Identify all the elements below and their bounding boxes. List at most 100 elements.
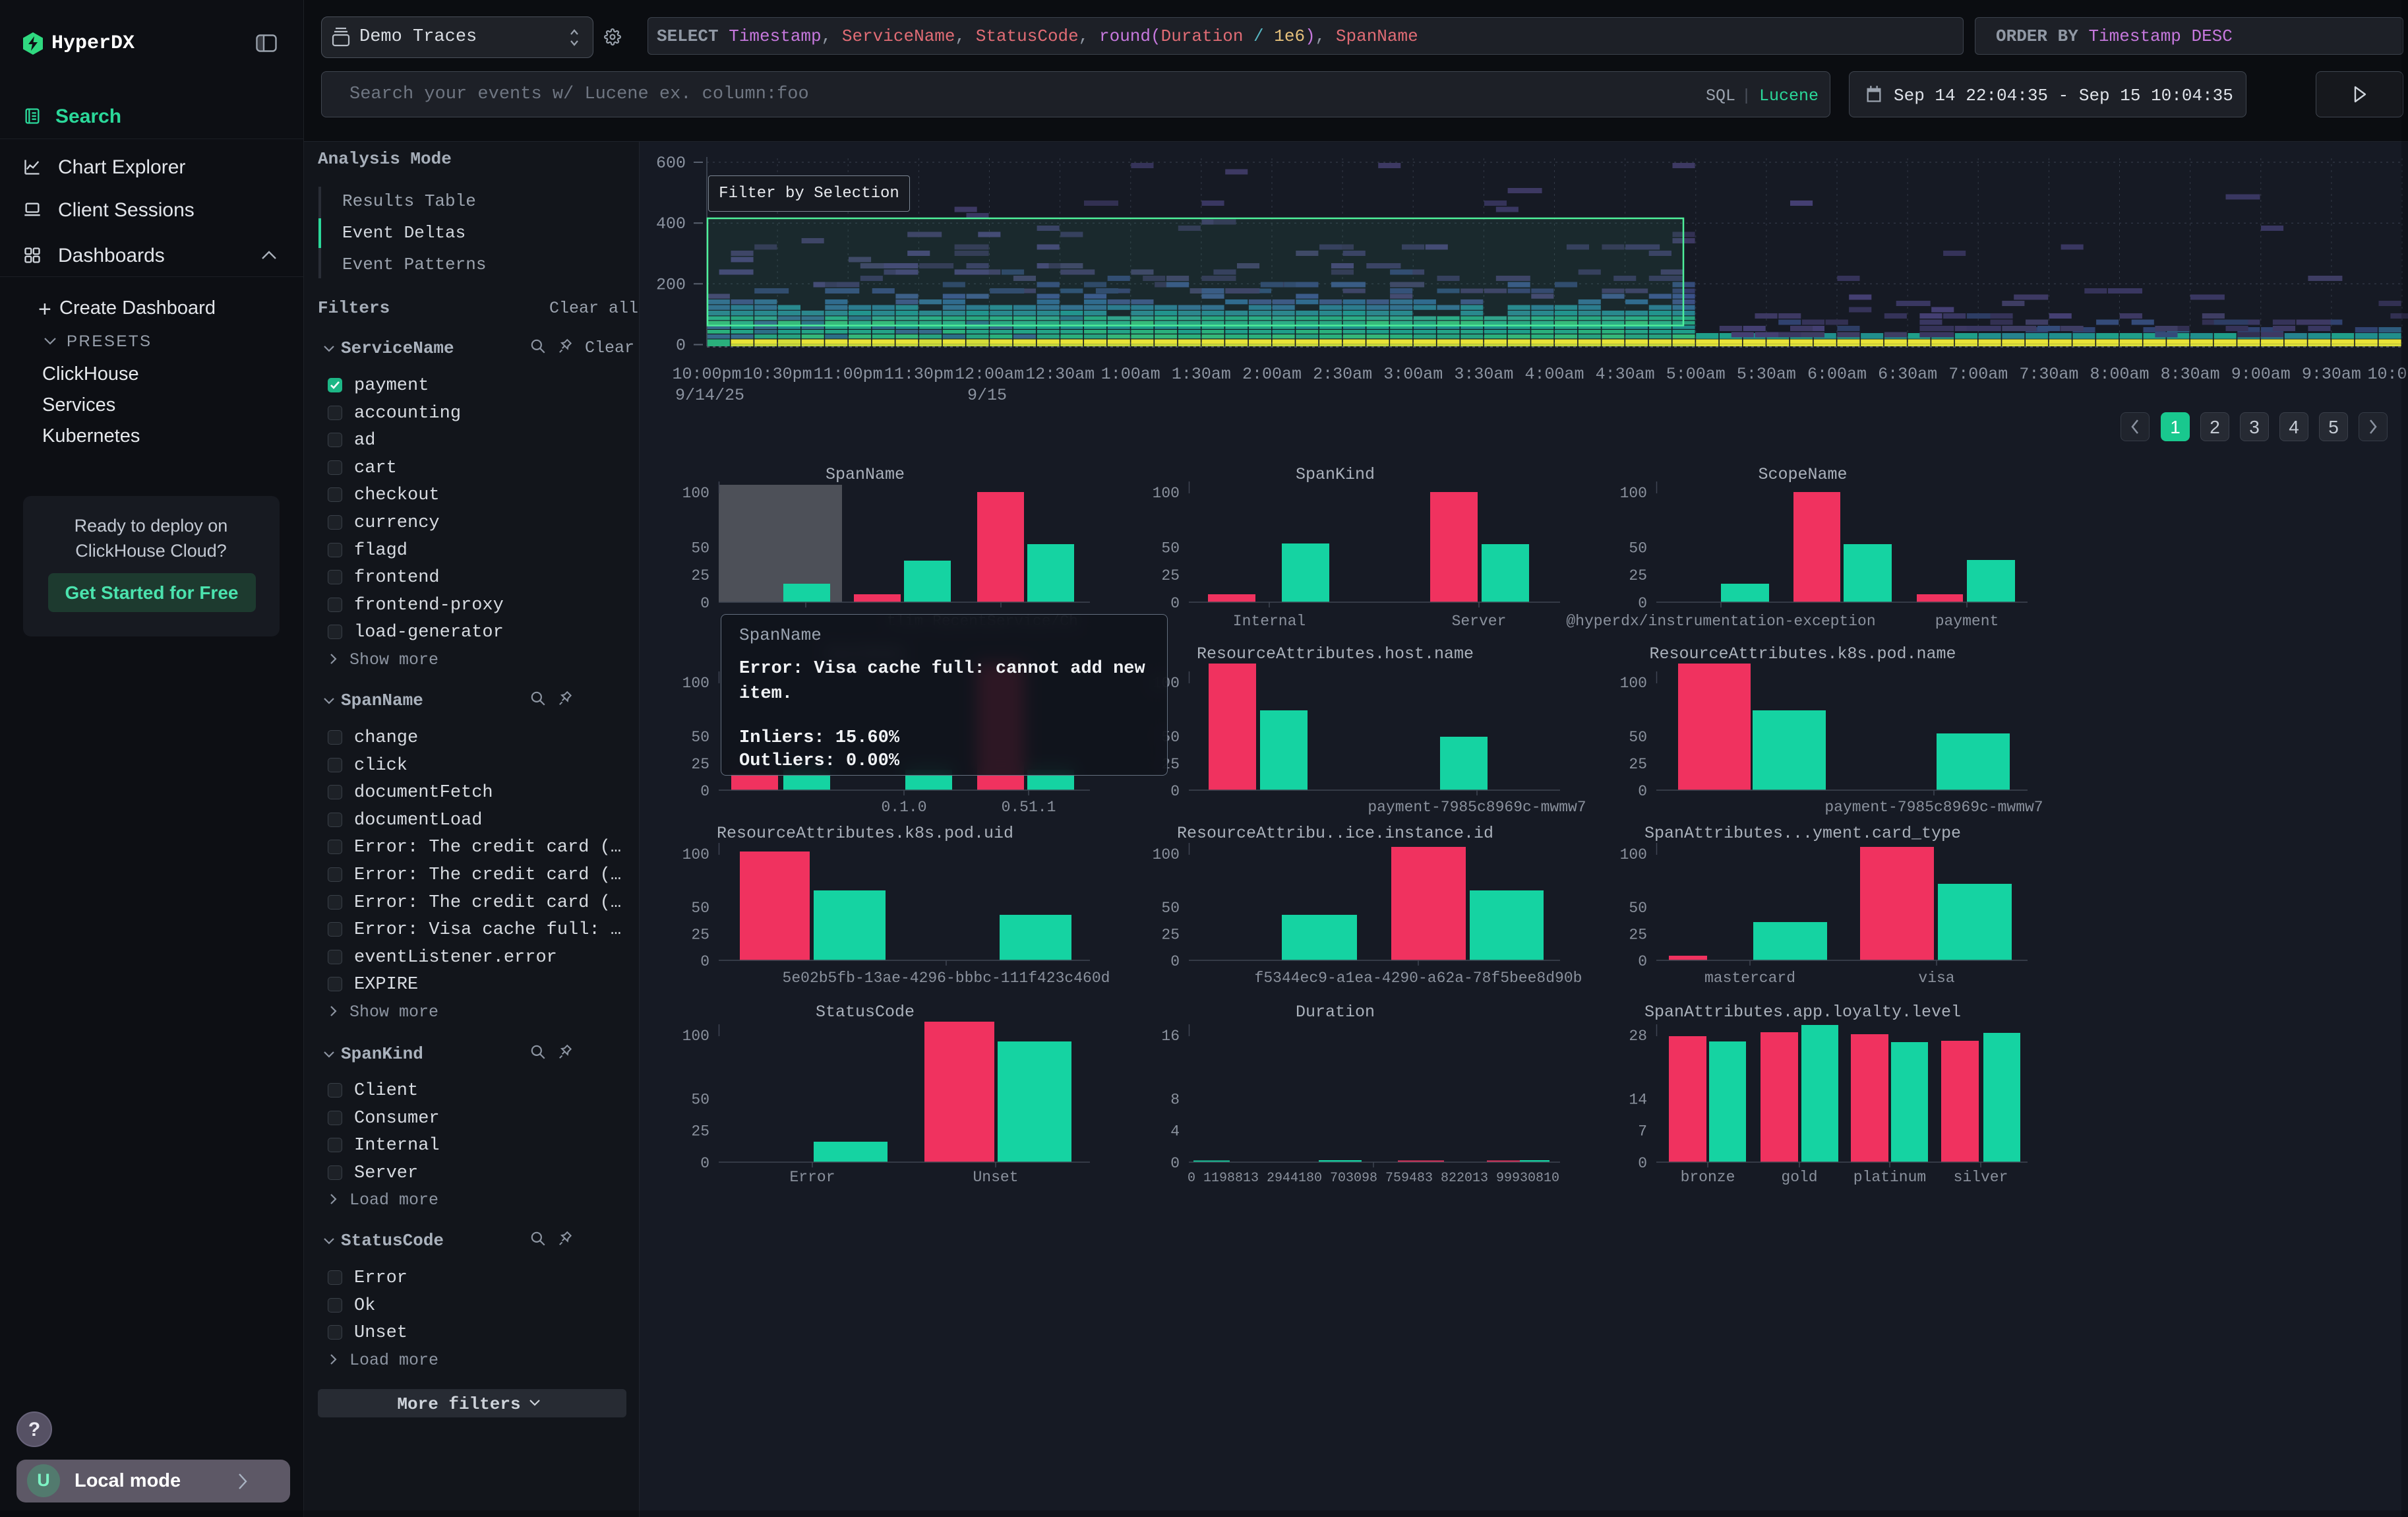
svg-text:11:30pm: 11:30pm (884, 365, 953, 384)
svg-text:0.51.1: 0.51.1 (1002, 799, 1056, 816)
svg-text:100: 100 (682, 675, 709, 692)
svg-text:SpanKind: SpanKind (1296, 465, 1375, 484)
svg-text:0 1198813 2944180 703098 75948: 0 1198813 2944180 703098 759483 822013 9… (1188, 1171, 1559, 1186)
svg-text:ResourceAttribu..ice.instance.: ResourceAttribu..ice.instance.id (1177, 824, 1493, 843)
svg-text:1:30am: 1:30am (1172, 365, 1231, 384)
svg-text:10:30pm: 10:30pm (743, 365, 812, 384)
svg-text:Error: Error (789, 1169, 835, 1186)
svg-text:7: 7 (1638, 1123, 1647, 1140)
svg-text:SpanName: SpanName (826, 465, 905, 484)
svg-text:0: 0 (676, 336, 686, 356)
svg-text:payment-7985c8969c-mwmw7: payment-7985c8969c-mwmw7 (1824, 799, 2043, 816)
svg-text:5e02b5fb-13ae-4296-bbbc-111f42: 5e02b5fb-13ae-4296-bbbc-111f423c460d (783, 970, 1110, 987)
svg-text:SpanAttributes...yment.card_ty: SpanAttributes...yment.card_type (1644, 824, 1961, 843)
svg-text:0: 0 (1638, 1155, 1647, 1172)
svg-text:9:30am: 9:30am (2302, 365, 2361, 384)
svg-text:50: 50 (691, 1092, 709, 1109)
svg-text:Internal: Internal (1233, 613, 1306, 630)
svg-text:600: 600 (656, 154, 686, 173)
svg-text:50: 50 (691, 900, 709, 917)
svg-text:28: 28 (1629, 1028, 1647, 1045)
svg-text:gold: gold (1781, 1169, 1817, 1186)
svg-text:100: 100 (1620, 485, 1647, 502)
svg-text:8:00am: 8:00am (2090, 365, 2149, 384)
svg-text:0: 0 (1170, 783, 1180, 800)
svg-text:silver: silver (1954, 1169, 2008, 1186)
svg-text:16: 16 (1161, 1028, 1180, 1045)
svg-text:4: 4 (1170, 1123, 1180, 1140)
svg-text:100: 100 (1620, 846, 1647, 863)
svg-text:0: 0 (700, 953, 709, 970)
svg-text:visa: visa (1918, 970, 1954, 987)
svg-text:@hyperdx/instrumentation-excep: @hyperdx/instrumentation-exception (1566, 613, 1875, 630)
svg-text:0: 0 (1170, 595, 1180, 612)
svg-text:25: 25 (691, 567, 709, 584)
svg-text:SpanAttributes.app.loyalty.lev: SpanAttributes.app.loyalty.level (1644, 1003, 1961, 1022)
svg-text:400: 400 (656, 214, 686, 233)
svg-text:3:00am: 3:00am (1383, 365, 1443, 384)
svg-text:bronze: bronze (1681, 1169, 1735, 1186)
svg-text:payment: payment (1935, 613, 1999, 630)
svg-text:100: 100 (1153, 485, 1180, 502)
svg-text:25: 25 (691, 927, 709, 944)
svg-text:25: 25 (691, 1123, 709, 1140)
svg-text:ResourceAttributes.host.name: ResourceAttributes.host.name (1197, 644, 1474, 664)
svg-text:payment-7985c8969c-mwmw7: payment-7985c8969c-mwmw7 (1368, 799, 1586, 816)
svg-text:2:00am: 2:00am (1242, 365, 1302, 384)
svg-text:14: 14 (1629, 1092, 1647, 1109)
svg-text:Duration: Duration (1296, 1003, 1375, 1022)
svg-text:50: 50 (1629, 540, 1647, 557)
svg-text:0: 0 (700, 1155, 709, 1172)
svg-text:0: 0 (700, 595, 709, 612)
svg-text:0: 0 (1638, 595, 1647, 612)
svg-text:25: 25 (1629, 567, 1647, 584)
svg-text:0: 0 (700, 783, 709, 800)
svg-text:4:00am: 4:00am (1524, 365, 1584, 384)
svg-text:1:00am: 1:00am (1101, 365, 1160, 384)
svg-text:25: 25 (1629, 756, 1647, 773)
svg-text:9:00am: 9:00am (2231, 365, 2291, 384)
svg-text:5:30am: 5:30am (1737, 365, 1796, 384)
svg-text:50: 50 (691, 540, 709, 557)
svg-text:0: 0 (1638, 953, 1647, 970)
svg-text:Unset: Unset (973, 1169, 1018, 1186)
svg-text:10:00pm: 10:00pm (672, 365, 741, 384)
svg-text:0: 0 (1170, 1155, 1180, 1172)
svg-text:25: 25 (1629, 927, 1647, 944)
svg-text:50: 50 (691, 729, 709, 746)
svg-text:3:30am: 3:30am (1454, 365, 1513, 384)
svg-text:5:00am: 5:00am (1666, 365, 1726, 384)
svg-text:ResourceAttributes.k8s.pod.uid: ResourceAttributes.k8s.pod.uid (717, 824, 1013, 843)
svg-text:100: 100 (682, 1028, 709, 1045)
svg-text:6:00am: 6:00am (1807, 365, 1867, 384)
svg-text:8: 8 (1170, 1092, 1180, 1109)
svg-text:50: 50 (1629, 729, 1647, 746)
svg-text:mastercard: mastercard (1704, 970, 1795, 987)
svg-text:platinum: platinum (1853, 1169, 1926, 1186)
svg-text:ResourceAttributes.k8s.pod.nam: ResourceAttributes.k8s.pod.name (1649, 644, 1956, 664)
svg-text:100: 100 (1153, 846, 1180, 863)
svg-text:25: 25 (1161, 567, 1180, 584)
svg-text:0: 0 (1638, 783, 1647, 800)
svg-text:f5344ec9-a1ea-4290-a62a-78f5be: f5344ec9-a1ea-4290-a62a-78f5bee8d90b (1255, 970, 1582, 987)
svg-text:11:00pm: 11:00pm (814, 365, 883, 384)
svg-text:4:30am: 4:30am (1596, 365, 1655, 384)
svg-text:7:00am: 7:00am (1948, 365, 2008, 384)
svg-text:25: 25 (691, 756, 709, 773)
svg-text:ScopeName: ScopeName (1758, 465, 1847, 484)
svg-text:100: 100 (1620, 675, 1647, 692)
svg-text:200: 200 (656, 275, 686, 294)
svg-text:12:30am: 12:30am (1025, 365, 1095, 384)
svg-text:100: 100 (682, 846, 709, 863)
svg-text:9/15: 9/15 (967, 386, 1007, 405)
svg-text:50: 50 (1629, 900, 1647, 917)
svg-text:0: 0 (1170, 953, 1180, 970)
svg-text:6:30am: 6:30am (1878, 365, 1937, 384)
svg-text:12:00am: 12:00am (955, 365, 1024, 384)
svg-text:0.1.0: 0.1.0 (881, 799, 926, 816)
svg-text:8:30am: 8:30am (2161, 365, 2220, 384)
svg-text:StatusCode: StatusCode (816, 1003, 915, 1022)
svg-text:9/14/25: 9/14/25 (675, 386, 744, 405)
svg-text:7:30am: 7:30am (2019, 365, 2078, 384)
svg-text:50: 50 (1161, 900, 1180, 917)
